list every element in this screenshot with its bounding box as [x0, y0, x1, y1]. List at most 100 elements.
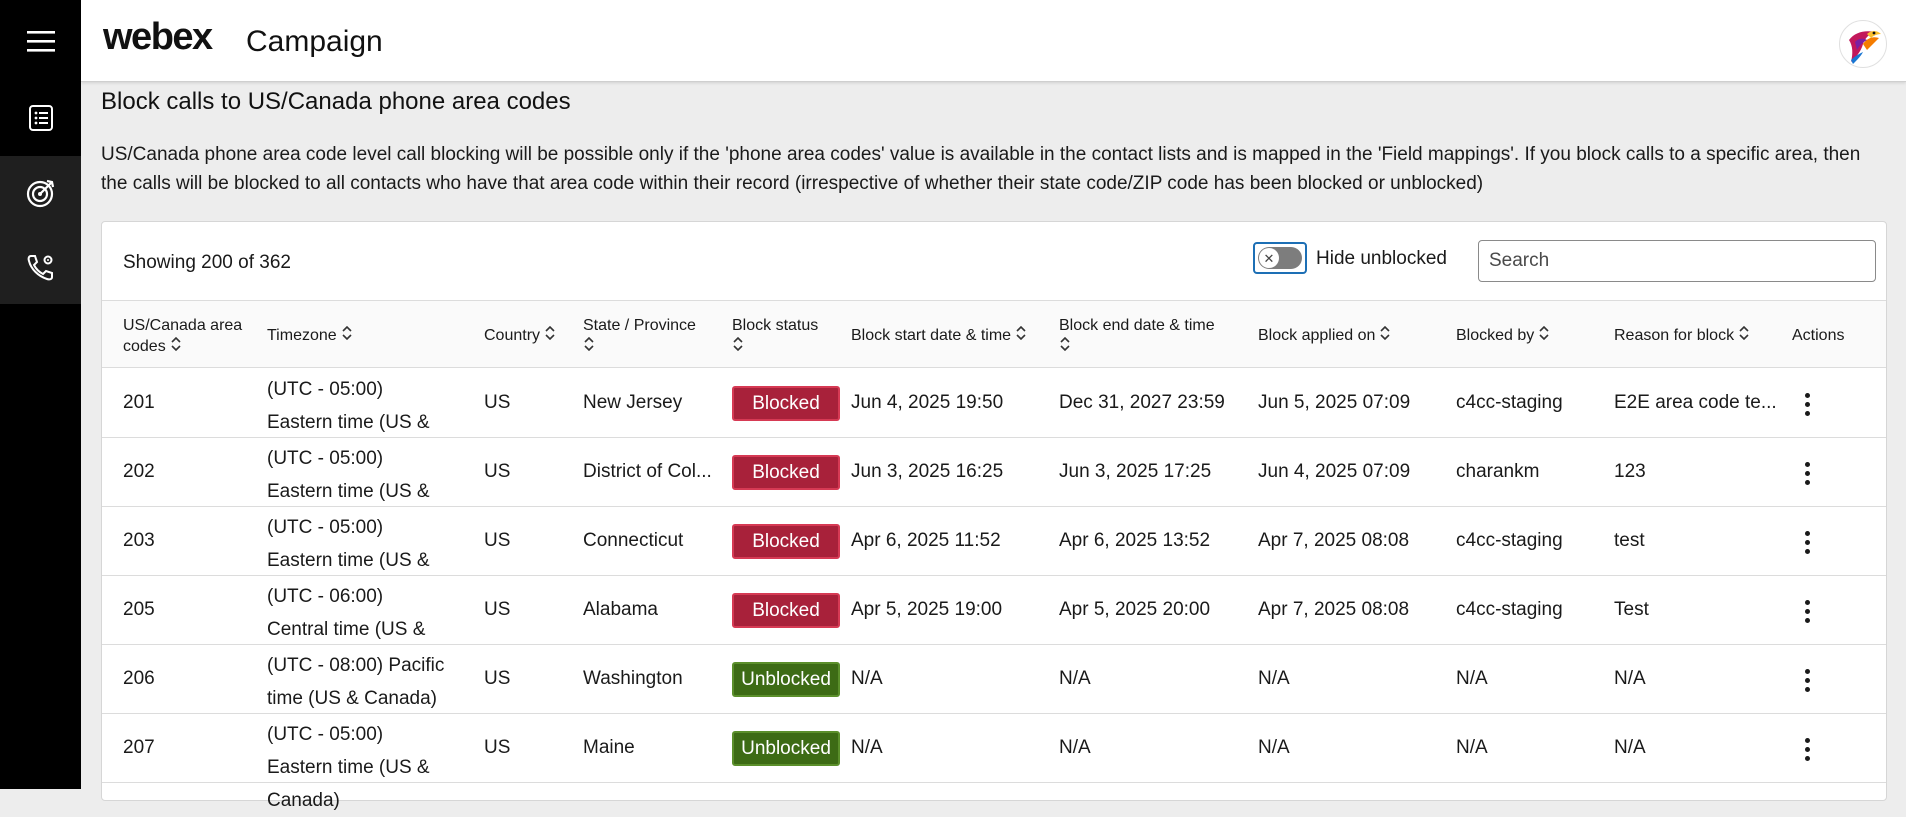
table-row: 203 (UTC - 05:00) Eastern time (US & Can… — [102, 507, 1886, 604]
column-header-label: Timezone — [267, 327, 337, 344]
cell-block-applied: Jun 5, 2025 07:09 — [1258, 392, 1411, 413]
sidebar-item-call-settings[interactable] — [0, 230, 81, 304]
column-header-block-end[interactable]: Block end date & time — [1059, 315, 1234, 357]
table-row: 207 (UTC - 05:00) Eastern time (US & Can… — [102, 714, 1886, 811]
page-title: Block calls to US/Canada phone area code… — [101, 88, 571, 115]
toggle-track: ✕ — [1258, 247, 1302, 269]
target-icon — [26, 179, 54, 208]
cell-area-code: 205 — [123, 599, 155, 620]
status-badge: Blocked — [732, 386, 840, 421]
area-codes-table-card: Showing 200 of 362 ✕ Hide unblocked US/C… — [101, 221, 1887, 811]
cell-block-start: N/A — [851, 737, 883, 758]
column-header-label: Block applied on — [1258, 327, 1376, 344]
cell-area-code: 206 — [123, 668, 155, 689]
sidebar — [0, 0, 81, 789]
cell-country: US — [484, 668, 511, 689]
column-header-country[interactable]: Country — [484, 325, 556, 346]
cell-reason: Test — [1614, 599, 1649, 620]
cell-block-end: Jun 3, 2025 17:25 — [1059, 461, 1212, 482]
sort-icon[interactable] — [583, 336, 595, 357]
column-header-label: Reason for block — [1614, 327, 1735, 344]
sort-icon[interactable] — [341, 325, 353, 346]
bird-logo-icon — [1849, 31, 1881, 64]
list-icon — [28, 105, 53, 131]
column-header-label: Block start date & time — [851, 327, 1012, 344]
cell-block-applied: N/A — [1258, 668, 1290, 689]
table-row: 201 (UTC - 05:00) Eastern time (US & Can… — [102, 369, 1886, 466]
cell-country: US — [484, 461, 511, 482]
cell-state: Connecticut — [583, 530, 684, 551]
status-badge: Unblocked — [732, 731, 840, 766]
cell-timezone: (UTC - 08:00) Pacific time (US & Canada) — [267, 655, 445, 709]
column-header-state[interactable]: State / Province — [583, 315, 723, 357]
cell-state: Maine — [583, 737, 635, 758]
column-header-reason[interactable]: Reason for block — [1614, 325, 1750, 346]
cell-reason: N/A — [1614, 668, 1646, 689]
cell-block-start: Jun 3, 2025 16:25 — [851, 461, 1004, 482]
sort-icon[interactable] — [732, 336, 744, 357]
cell-area-code: 202 — [123, 461, 155, 482]
sidebar-item-campaigns[interactable] — [0, 81, 81, 155]
cell-country: US — [484, 737, 511, 758]
column-header-block-start[interactable]: Block start date & time — [851, 325, 1027, 346]
cell-reason: N/A — [1614, 737, 1646, 758]
page-description: US/Canada phone area code level call blo… — [101, 144, 1861, 194]
cell-block-applied: Apr 7, 2025 08:08 — [1258, 599, 1410, 620]
table-header: US/Canada area codes Timezone Country St… — [102, 300, 1886, 368]
sidebar-item-targets[interactable] — [0, 156, 81, 230]
cell-block-applied: Apr 7, 2025 08:08 — [1258, 530, 1410, 551]
cell-reason: 123 — [1614, 461, 1646, 482]
status-badge: Unblocked — [732, 662, 840, 697]
kebab-menu-icon[interactable] — [1792, 456, 1822, 490]
column-header-blocked-by[interactable]: Blocked by — [1456, 325, 1550, 346]
hide-unblocked-toggle[interactable]: ✕ — [1253, 242, 1307, 274]
kebab-menu-icon[interactable] — [1792, 663, 1822, 697]
cell-blocked-by: c4cc-staging — [1456, 530, 1563, 551]
menu-icon — [26, 31, 55, 52]
sort-icon[interactable] — [1738, 325, 1750, 346]
column-header-label: Block status — [732, 317, 819, 334]
kebab-menu-icon[interactable] — [1792, 387, 1822, 421]
menu-button[interactable] — [0, 4, 81, 78]
results-count: Showing 200 of 362 — [123, 252, 291, 273]
column-header-block-status[interactable]: Block status — [732, 315, 832, 357]
cell-block-applied: Jun 4, 2025 07:09 — [1258, 461, 1411, 482]
status-badge: Blocked — [732, 455, 840, 490]
cell-country: US — [484, 530, 511, 551]
kebab-menu-icon[interactable] — [1792, 594, 1822, 628]
table-row: 206 (UTC - 08:00) Pacific time (US & Can… — [102, 645, 1886, 714]
close-icon: ✕ — [1259, 248, 1279, 268]
sort-icon[interactable] — [1538, 325, 1550, 346]
cell-country: US — [484, 392, 511, 413]
product-name: Campaign — [246, 25, 383, 58]
cell-block-end: Dec 31, 2027 23:59 — [1059, 392, 1225, 413]
cell-timezone: (UTC - 05:00) Eastern time (US & Canada) — [267, 724, 430, 811]
sort-icon[interactable] — [170, 336, 182, 357]
cell-blocked-by: N/A — [1456, 737, 1488, 758]
search-input[interactable] — [1478, 240, 1876, 282]
cell-state: District of Col... — [583, 461, 712, 482]
sort-icon[interactable] — [1015, 325, 1027, 346]
kebab-menu-icon[interactable] — [1792, 732, 1822, 766]
sort-icon[interactable] — [1379, 325, 1391, 346]
column-header-label: US/Canada area codes — [123, 317, 243, 355]
sort-icon[interactable] — [544, 325, 556, 346]
column-header-block-applied[interactable]: Block applied on — [1258, 325, 1391, 346]
hide-unblocked-label: Hide unblocked — [1316, 248, 1447, 269]
cell-reason: test — [1614, 530, 1645, 551]
cell-area-code: 201 — [123, 392, 155, 413]
sort-icon[interactable] — [1059, 336, 1071, 357]
column-header-timezone[interactable]: Timezone — [267, 325, 353, 346]
cell-state: Alabama — [583, 599, 658, 620]
cell-block-applied: N/A — [1258, 737, 1290, 758]
kebab-menu-icon[interactable] — [1792, 525, 1822, 559]
column-header-actions: Actions — [1792, 327, 1845, 344]
avatar[interactable] — [1839, 20, 1887, 68]
column-header-label: Block end date & time — [1059, 317, 1215, 334]
cell-block-end: Apr 5, 2025 20:00 — [1059, 599, 1211, 620]
app-header: webex Campaign — [81, 0, 1906, 82]
cell-block-start: Apr 6, 2025 11:52 — [851, 530, 1001, 551]
column-header-area-code[interactable]: US/Canada area codes — [123, 315, 258, 357]
cell-area-code: 207 — [123, 737, 155, 758]
cell-block-end: N/A — [1059, 668, 1091, 689]
